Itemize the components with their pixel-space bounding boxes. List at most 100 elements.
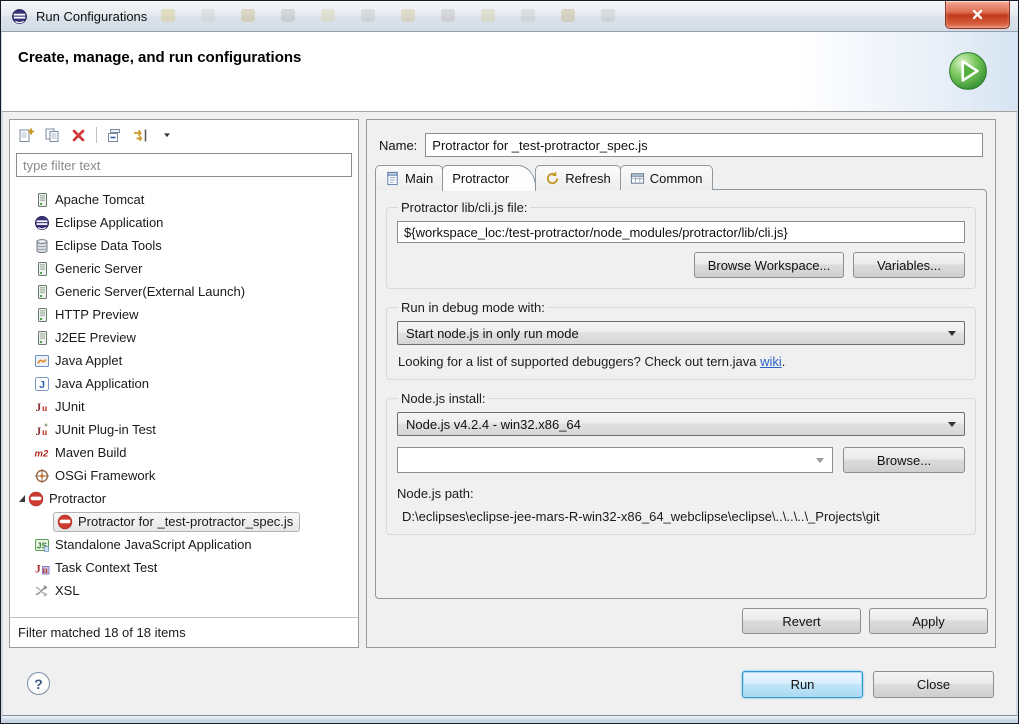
junit-plugin-icon: Ju xyxy=(34,422,50,438)
window-title: Run Configurations xyxy=(36,9,147,24)
tree-item-apache-tomcat[interactable]: Apache Tomcat xyxy=(11,188,357,211)
apply-button[interactable]: Apply xyxy=(869,608,988,634)
tree-item-content: J2EE Preview xyxy=(34,330,136,346)
tree-item-content: Protractor xyxy=(28,491,106,507)
tree-item-maven-build[interactable]: m2 Maven Build xyxy=(11,441,357,464)
launch-configurations-panel: Apache Tomcat Eclipse Application Eclipse … xyxy=(9,119,359,648)
wiki-link[interactable]: wiki xyxy=(760,354,782,369)
window-bottom-frame xyxy=(2,715,1017,722)
tree-item-standalone-javascript-application[interactable]: JSStandalone JavaScript Application xyxy=(11,533,357,556)
browse-button[interactable]: Browse... xyxy=(843,447,965,473)
tree-item-label: Apache Tomcat xyxy=(55,192,144,207)
task-context-icon: Ju xyxy=(34,560,50,576)
configuration-tabs: MainProtractor Refresh Common xyxy=(375,165,712,190)
window-close-button[interactable] xyxy=(945,1,1010,29)
variables-button[interactable]: Variables... xyxy=(853,252,965,278)
tree-item-eclipse-data-tools[interactable]: Eclipse Data Tools xyxy=(11,234,357,257)
new-config-icon xyxy=(18,127,35,144)
run-button[interactable]: Run xyxy=(742,671,863,698)
svg-text:u: u xyxy=(42,404,48,414)
help-button[interactable]: ? xyxy=(27,672,50,695)
node-install-combo[interactable]: Node.js v4.2.4 - win32.x86_64 xyxy=(397,412,965,436)
protractor-icon xyxy=(28,491,44,507)
filter-input[interactable] xyxy=(16,153,352,177)
configuration-editor-panel: Name: MainProtractor Refresh Common Protra… xyxy=(366,119,996,648)
tree-item-task-context-test[interactable]: Ju Task Context Test xyxy=(11,556,357,579)
tree-item-content: Ju JUnit xyxy=(34,399,85,415)
tree-item-java-applet[interactable]: Java Applet xyxy=(11,349,357,372)
revert-button[interactable]: Revert xyxy=(742,608,861,634)
tree-item-label: Generic Server xyxy=(55,261,142,276)
tree-selected-item: Protractor for _test-protractor_spec.js xyxy=(53,512,300,532)
filter-configurations-button[interactable] xyxy=(131,126,150,145)
filter-icon xyxy=(132,127,149,144)
tree-item-label: Maven Build xyxy=(55,445,127,460)
configurations-toolbar xyxy=(10,120,358,150)
cli-file-input[interactable] xyxy=(397,221,965,243)
tree-item-label: Protractor for _test-protractor_spec.js xyxy=(78,514,293,529)
tree-item-java-application[interactable]: JJava Application xyxy=(11,372,357,395)
tree-item-eclipse-application[interactable]: Eclipse Application xyxy=(11,211,357,234)
tree-item-label: Java Applet xyxy=(55,353,122,368)
tree-item-label: Eclipse Application xyxy=(55,215,163,230)
delete-icon xyxy=(70,127,87,144)
debug-mode-combo[interactable]: Start node.js in only run mode xyxy=(397,321,965,345)
eclipse-logo-icon xyxy=(11,8,28,25)
tab-protractor[interactable]: Protractor xyxy=(442,165,536,191)
tree-item-content: Ju JUnit Plug-in Test xyxy=(34,422,156,438)
duplicate-configuration-button[interactable] xyxy=(43,126,62,145)
server-icon xyxy=(34,307,50,323)
tree-item-label: JUnit xyxy=(55,399,85,414)
tab-common[interactable]: Common xyxy=(620,165,713,190)
new-configuration-button[interactable] xyxy=(17,126,36,145)
tree-item-generic-server-external-launch[interactable]: Generic Server(External Launch) xyxy=(11,280,357,303)
js-icon: JS xyxy=(34,537,50,553)
filter-menu-button[interactable] xyxy=(157,126,176,145)
configurations-tree: Apache Tomcat Eclipse Application Eclipse … xyxy=(11,185,357,617)
tree-item-osgi-framework[interactable]: OSGi Framework xyxy=(11,464,357,487)
delete-configuration-button[interactable] xyxy=(69,126,88,145)
titlebar-ghost-icons xyxy=(161,9,615,22)
server-icon xyxy=(34,192,50,208)
server-icon xyxy=(34,261,50,277)
tree-item-label: Eclipse Data Tools xyxy=(55,238,162,253)
tree-expander-icon[interactable] xyxy=(19,495,25,502)
cli-file-group-legend: Protractor lib/cli.js file: xyxy=(398,200,530,215)
applet-icon xyxy=(34,353,50,369)
tree-item-xsl[interactable]: XSL xyxy=(11,579,357,602)
tab-main[interactable]: Main xyxy=(375,165,443,190)
tab-refresh[interactable]: Refresh xyxy=(535,165,621,190)
svg-text:u: u xyxy=(43,566,49,576)
tree-item-content: HTTP Preview xyxy=(34,307,139,323)
tree-item-label: Java Application xyxy=(55,376,149,391)
tree-item-label: HTTP Preview xyxy=(55,307,139,322)
debug-mode-combo-value: Start node.js in only run mode xyxy=(406,326,579,341)
server-icon xyxy=(34,284,50,300)
name-label: Name: xyxy=(379,138,417,153)
close-button[interactable]: Close xyxy=(873,671,994,698)
tree-item-junit-plug-in-test[interactable]: Ju JUnit Plug-in Test xyxy=(11,418,357,441)
collapse-all-button[interactable] xyxy=(105,126,124,145)
svg-text:m2: m2 xyxy=(35,448,49,459)
junit-icon: Ju xyxy=(34,399,50,415)
node-custom-path-combo[interactable] xyxy=(397,447,833,473)
duplicate-icon xyxy=(44,127,61,144)
browse-workspace-button[interactable]: Browse Workspace... xyxy=(694,252,844,278)
tree-item-label: Protractor xyxy=(49,491,106,506)
configuration-name-input[interactable] xyxy=(425,133,983,157)
tree-item-label: Task Context Test xyxy=(55,560,157,575)
tree-item-http-preview[interactable]: HTTP Preview xyxy=(11,303,357,326)
tree-item-junit[interactable]: Ju JUnit xyxy=(11,395,357,418)
svg-text:J: J xyxy=(36,402,42,414)
tree-item-label: JUnit Plug-in Test xyxy=(55,422,156,437)
tree-item-j2ee-preview[interactable]: J2EE Preview xyxy=(11,326,357,349)
tab-label: Refresh xyxy=(565,171,611,186)
tree-item-protractor[interactable]: Protractor xyxy=(11,487,357,510)
server-icon xyxy=(34,330,50,346)
tree-item-content: XSL xyxy=(34,583,80,599)
tree-item-generic-server[interactable]: Generic Server xyxy=(11,257,357,280)
debuggers-hint-text: Looking for a list of supported debugger… xyxy=(398,354,760,369)
tree-item-protractor-for-test-protractor-spec-js[interactable]: Protractor for _test-protractor_spec.js xyxy=(11,510,357,533)
tree-item-content: Generic Server(External Launch) xyxy=(34,284,245,300)
chevron-down-icon xyxy=(948,331,956,336)
